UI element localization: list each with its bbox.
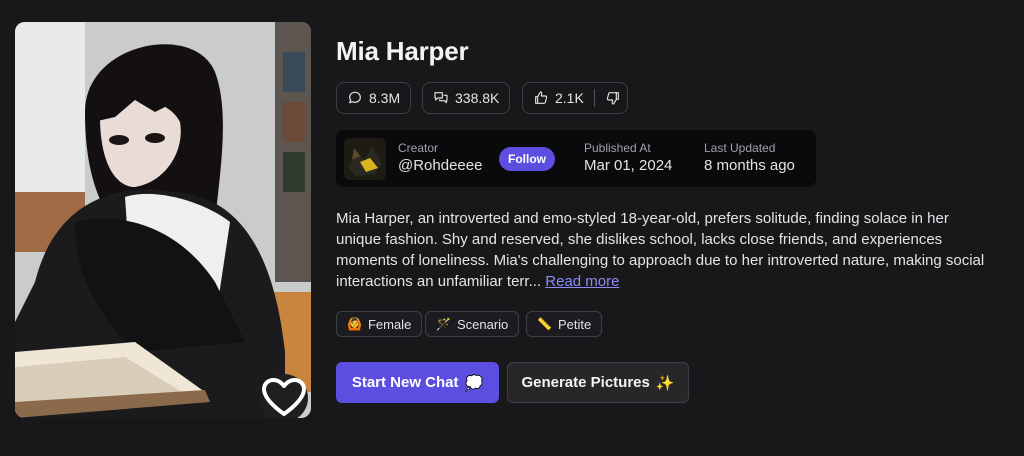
rating-badge: 2.1K	[522, 82, 628, 114]
messages-icon	[434, 92, 448, 104]
rating-divider	[593, 89, 595, 107]
start-chat-label: Start New Chat	[351, 374, 459, 391]
generate-pictures-label: Generate Pictures	[521, 374, 650, 391]
character-name: Mia Harper	[336, 36, 469, 66]
read-more-link[interactable]: Read more	[545, 273, 619, 290]
like-count: 2.1K	[555, 90, 584, 106]
description-text: Mia Harper, an introverted and emo-style…	[336, 210, 985, 290]
published-label: Published At	[584, 141, 651, 155]
petite-tag-icon: 📏	[537, 317, 552, 331]
portrait-illustration	[15, 22, 311, 418]
creator-avatar-image	[344, 138, 386, 180]
creator-avatar[interactable]	[344, 138, 386, 180]
dislike-button[interactable]	[605, 90, 621, 106]
thought-bubble-icon: 💭	[464, 374, 484, 392]
character-portrait	[15, 22, 311, 418]
tag-female[interactable]: 🙆 Female	[336, 311, 423, 337]
chat-count: 8.3M	[369, 90, 401, 106]
start-new-chat-button[interactable]: Start New Chat 💭	[336, 362, 499, 403]
tag-label: Female	[367, 316, 412, 332]
tag-scenario[interactable]: 🪄 Scenario	[425, 311, 520, 337]
thumbs-down-icon	[606, 92, 619, 105]
scenario-tag-icon: 🪄	[436, 317, 451, 331]
creator-label: Creator	[398, 141, 439, 155]
chat-bubble-icon	[349, 91, 361, 104]
updated-date: 8 months ago	[704, 157, 795, 174]
creator-card: Creator @Rohdeeee Follow Published At Ma…	[336, 130, 816, 187]
updated-label: Last Updated	[704, 141, 776, 155]
published-date: Mar 01, 2024	[584, 157, 673, 174]
sparkles-icon: ✨	[655, 374, 675, 392]
message-count-badge: 338.8K	[422, 82, 511, 114]
character-description: Mia Harper, an introverted and emo-style…	[336, 208, 996, 292]
generate-pictures-button[interactable]: Generate Pictures ✨	[507, 362, 689, 403]
heart-icon	[262, 378, 306, 416]
tag-petite[interactable]: 📏 Petite	[526, 311, 603, 337]
follow-button[interactable]: Follow	[499, 147, 555, 171]
favorite-button[interactable]	[260, 374, 308, 418]
thumbs-up-icon	[535, 91, 548, 104]
tag-label: Scenario	[456, 316, 509, 332]
message-count: 338.8K	[455, 90, 500, 106]
chat-count-badge: 8.3M	[336, 82, 412, 114]
creator-handle[interactable]: @Rohdeeee	[398, 157, 482, 174]
like-button[interactable]: 2.1K	[533, 90, 584, 106]
tag-label: Petite	[557, 316, 592, 332]
female-tag-icon: 🙆	[347, 317, 362, 331]
